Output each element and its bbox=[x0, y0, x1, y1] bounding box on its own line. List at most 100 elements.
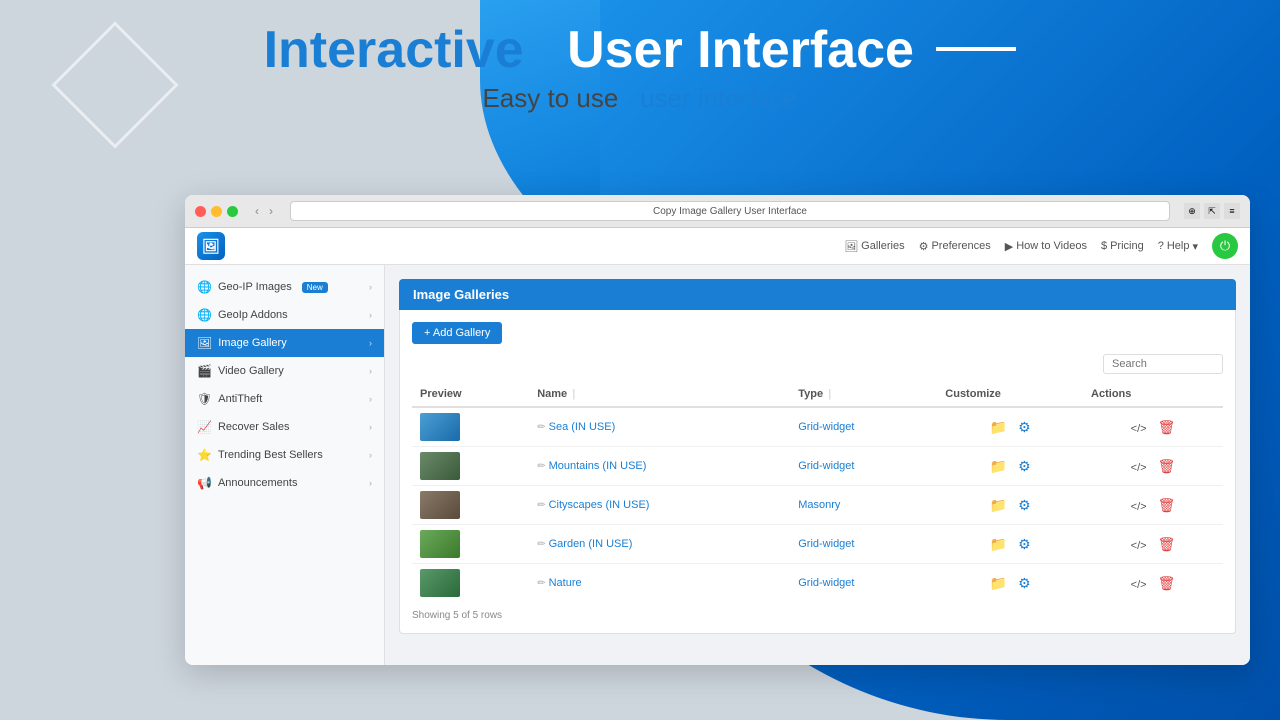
customize-folder-button-2[interactable]: 📁 bbox=[986, 495, 1011, 516]
table-row: ✏ Nature Grid-widget 📁 ⚙ </> 🗑 bbox=[412, 564, 1223, 603]
customize-folder-button-0[interactable]: 📁 bbox=[986, 417, 1011, 438]
gallery-type-link-3[interactable]: Grid-widget bbox=[798, 538, 854, 550]
chevron-right-icon: › bbox=[369, 478, 372, 488]
code-button-2[interactable]: </> bbox=[1127, 499, 1151, 515]
title-underline bbox=[936, 47, 1016, 51]
table-row: ✏ Sea (IN USE) Grid-widget 📁 ⚙ </> 🗑 bbox=[412, 407, 1223, 447]
customize-folder-button-1[interactable]: 📁 bbox=[986, 456, 1011, 477]
th-name: Name | bbox=[529, 382, 790, 407]
geo-ip-icon: 🌐 bbox=[197, 280, 212, 294]
sidebar-item-antitheft[interactable]: 🛡 AntiTheft › bbox=[185, 385, 384, 413]
gallery-type-link-1[interactable]: Grid-widget bbox=[798, 460, 854, 472]
sidebar-badge-new: New bbox=[302, 282, 328, 293]
sidebar-item-announcements[interactable]: 📢 Announcements › bbox=[185, 469, 384, 497]
browser-action-3[interactable]: ≡ bbox=[1224, 203, 1240, 219]
sidebar-item-geoip-addons[interactable]: 🌐 GeoIp Addons › bbox=[185, 301, 384, 329]
sidebar-item-image-gallery[interactable]: 🖼 Image Gallery › bbox=[185, 329, 384, 357]
gallery-name-1: Mountains (IN USE) bbox=[549, 460, 647, 472]
customize-gear-button-3[interactable]: ⚙ bbox=[1014, 534, 1035, 555]
cell-type-2: Masonry bbox=[790, 486, 937, 525]
table-header-row: Preview Name | Type | Customize Actions bbox=[412, 382, 1223, 407]
browser-action-2[interactable]: ⇱ bbox=[1204, 203, 1220, 219]
gallery-name-link-4[interactable]: ✏ Nature bbox=[537, 577, 782, 589]
delete-button-4[interactable]: 🗑 bbox=[1154, 573, 1180, 594]
browser-action-1[interactable]: ⊕ bbox=[1184, 203, 1200, 219]
cell-customize-4: 📁 ⚙ bbox=[937, 564, 1083, 603]
url-text: Copy Image Gallery User Interface bbox=[653, 206, 807, 217]
top-bar: 🖼 🖼 Galleries ⚙ Preferences ▶ How to Vid… bbox=[185, 228, 1250, 265]
gallery-type-link-2[interactable]: Masonry bbox=[798, 499, 840, 511]
add-gallery-button[interactable]: + Add Gallery bbox=[412, 322, 502, 344]
thumbnail-2 bbox=[420, 491, 460, 519]
customize-gear-button-4[interactable]: ⚙ bbox=[1014, 573, 1035, 594]
gallery-name-link-2[interactable]: ✏ Cityscapes (IN USE) bbox=[537, 499, 782, 511]
close-button[interactable] bbox=[195, 206, 206, 217]
subtitle-user: user interface bbox=[640, 83, 798, 113]
chevron-right-icon: › bbox=[369, 450, 372, 460]
table-row: ✏ Cityscapes (IN USE) Masonry 📁 ⚙ </> 🗑 bbox=[412, 486, 1223, 525]
power-button[interactable]: ⏻ bbox=[1212, 233, 1238, 259]
browser-actions: ⊕ ⇱ ≡ bbox=[1184, 203, 1240, 219]
delete-button-3[interactable]: 🗑 bbox=[1154, 534, 1180, 555]
maximize-button[interactable] bbox=[227, 206, 238, 217]
minimize-button[interactable] bbox=[211, 206, 222, 217]
sidebar-item-video-gallery[interactable]: 🎬 Video Gallery › bbox=[185, 357, 384, 385]
cell-preview-0 bbox=[412, 407, 529, 447]
nav-pricing[interactable]: $ Pricing bbox=[1101, 240, 1144, 252]
gallery-table: Preview Name | Type | Customize Actions … bbox=[412, 382, 1223, 602]
address-bar[interactable]: Copy Image Gallery User Interface bbox=[290, 201, 1170, 221]
nav-how-to-videos[interactable]: ▶ How to Videos bbox=[1005, 240, 1087, 253]
code-button-4[interactable]: </> bbox=[1127, 577, 1151, 593]
customize-gear-button-1[interactable]: ⚙ bbox=[1014, 456, 1035, 477]
code-button-3[interactable]: </> bbox=[1127, 538, 1151, 554]
search-input[interactable] bbox=[1103, 354, 1223, 374]
sidebar-label-geo-ip: Geo-IP Images bbox=[218, 281, 292, 293]
thumbnail-0 bbox=[420, 413, 460, 441]
content-area: Image Galleries + Add Gallery Preview Na… bbox=[385, 265, 1250, 665]
cell-name-0: ✏ Sea (IN USE) bbox=[529, 407, 790, 447]
forward-button[interactable]: › bbox=[266, 203, 276, 219]
sidebar-item-trending[interactable]: ⭐ Trending Best Sellers › bbox=[185, 441, 384, 469]
gallery-type-link-0[interactable]: Grid-widget bbox=[798, 421, 854, 433]
customize-gear-button-2[interactable]: ⚙ bbox=[1014, 495, 1035, 516]
customize-folder-button-3[interactable]: 📁 bbox=[986, 534, 1011, 555]
subtitle-easy: Easy to use bbox=[482, 83, 618, 113]
cell-customize-3: 📁 ⚙ bbox=[937, 525, 1083, 564]
title-user-interface: User Interface bbox=[567, 21, 914, 79]
cell-actions-0: </> 🗑 bbox=[1083, 407, 1223, 447]
nav-help[interactable]: ? Help ▾ bbox=[1158, 240, 1198, 253]
gallery-name-link-0[interactable]: ✏ Sea (IN USE) bbox=[537, 421, 782, 433]
delete-button-1[interactable]: 🗑 bbox=[1154, 456, 1180, 477]
chevron-right-icon: › bbox=[369, 422, 372, 432]
sidebar-item-geo-ip[interactable]: 🌐 Geo-IP Images New › bbox=[185, 273, 384, 301]
gallery-name-link-3[interactable]: ✏ Garden (IN USE) bbox=[537, 538, 782, 550]
chevron-right-icon: › bbox=[369, 338, 372, 348]
cell-customize-0: 📁 ⚙ bbox=[937, 407, 1083, 447]
top-nav: 🖼 Galleries ⚙ Preferences ▶ How to Video… bbox=[844, 233, 1238, 259]
back-button[interactable]: ‹ bbox=[252, 203, 262, 219]
gallery-name-link-1[interactable]: ✏ Mountains (IN USE) bbox=[537, 460, 782, 472]
recover-sales-icon: 📈 bbox=[197, 420, 212, 434]
nav-preferences[interactable]: ⚙ Preferences bbox=[919, 240, 991, 253]
antitheft-icon: 🛡 bbox=[197, 392, 212, 406]
delete-button-2[interactable]: 🗑 bbox=[1154, 495, 1180, 516]
code-button-1[interactable]: </> bbox=[1127, 460, 1151, 476]
code-button-0[interactable]: </> bbox=[1127, 421, 1151, 437]
customize-folder-button-4[interactable]: 📁 bbox=[986, 573, 1011, 594]
th-customize: Customize bbox=[937, 382, 1083, 407]
cell-preview-4 bbox=[412, 564, 529, 603]
delete-button-0[interactable]: 🗑 bbox=[1154, 417, 1180, 438]
sidebar-label-geoip-addons: GeoIp Addons bbox=[218, 309, 288, 321]
add-gallery-label: + Add Gallery bbox=[424, 327, 490, 339]
gallery-type-link-4[interactable]: Grid-widget bbox=[798, 577, 854, 589]
cell-customize-2: 📁 ⚙ bbox=[937, 486, 1083, 525]
nav-galleries[interactable]: 🖼 Galleries bbox=[844, 240, 904, 253]
edit-icon: ✏ bbox=[537, 500, 545, 511]
cell-type-1: Grid-widget bbox=[790, 447, 937, 486]
browser-window: ‹ › Copy Image Gallery User Interface ⊕ … bbox=[185, 195, 1250, 665]
cell-preview-1 bbox=[412, 447, 529, 486]
sidebar-label-image-gallery: Image Gallery bbox=[218, 337, 286, 349]
customize-gear-button-0[interactable]: ⚙ bbox=[1014, 417, 1035, 438]
th-preview: Preview bbox=[412, 382, 529, 407]
sidebar-item-recover-sales[interactable]: 📈 Recover Sales › bbox=[185, 413, 384, 441]
